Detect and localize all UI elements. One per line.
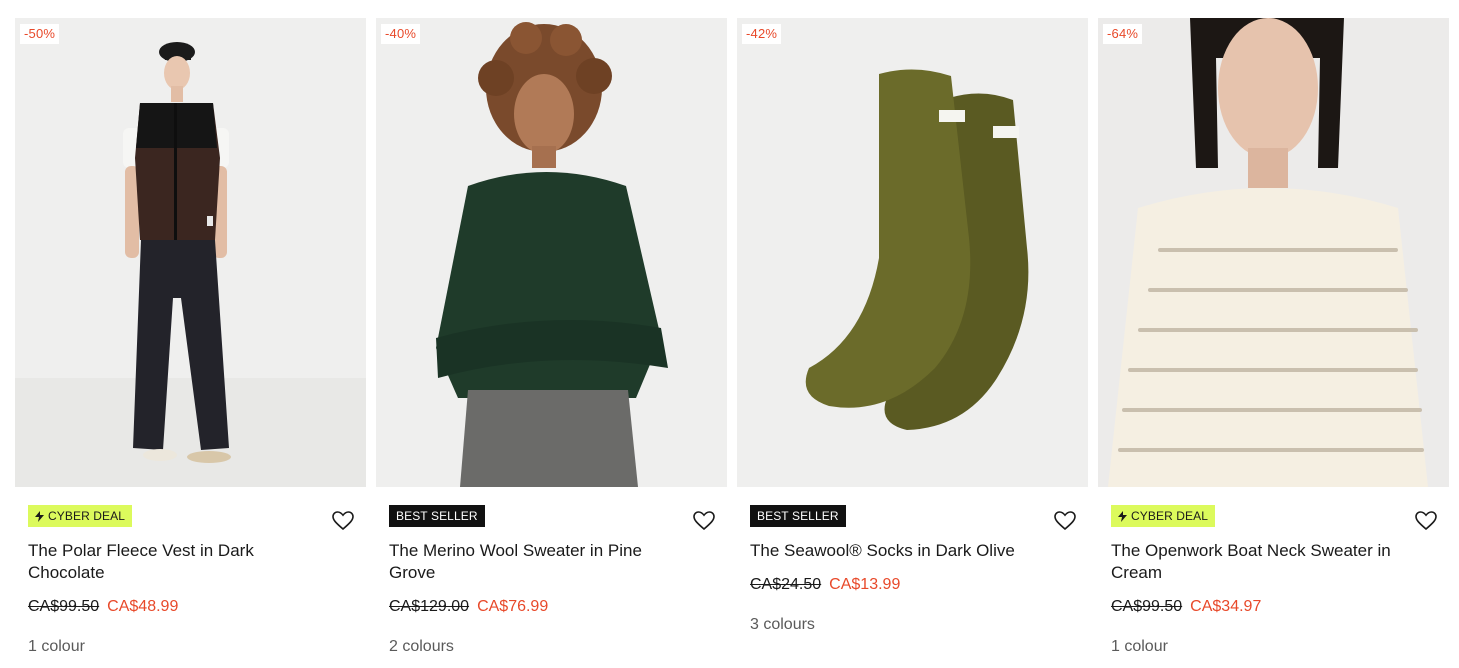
colour-count: 2 colours — [389, 638, 454, 655]
colour-count: 1 colour — [28, 638, 85, 655]
sale-price: CA$13.99 — [829, 576, 901, 593]
badge-label: CYBER DEAL — [48, 509, 126, 523]
product-photo — [376, 18, 727, 487]
product-title[interactable]: The Merino Wool Sweater in Pine Grove — [389, 540, 679, 584]
product-info: BEST SELLER The Seawool® Socks in Dark O… — [737, 487, 1088, 635]
lightning-bolt-icon — [35, 510, 44, 522]
original-price: CA$99.50 — [28, 598, 100, 615]
price-row: CA$99.50 CA$48.99 — [28, 597, 353, 617]
colour-count: 3 colours — [750, 616, 815, 633]
badge-label: CYBER DEAL — [1131, 509, 1209, 523]
heart-icon[interactable] — [693, 511, 715, 531]
price-row: CA$129.00 CA$76.99 — [389, 597, 714, 617]
product-title[interactable]: The Openwork Boat Neck Sweater in Cream — [1111, 540, 1401, 584]
original-price: CA$24.50 — [750, 576, 822, 593]
original-price: CA$129.00 — [389, 598, 470, 615]
lightning-bolt-icon — [1118, 510, 1127, 522]
discount-badge: -64% — [1103, 24, 1143, 44]
colour-count: 1 colour — [1111, 638, 1168, 655]
product-card[interactable]: -40% BEST SELLER The Merino Wool Sweater… — [376, 18, 727, 657]
product-info: CYBER DEAL The Openwork Boat Neck Sweate… — [1098, 487, 1449, 657]
product-info: BEST SELLER The Merino Wool Sweater in P… — [376, 487, 727, 657]
heart-icon[interactable] — [332, 511, 354, 531]
original-price: CA$99.50 — [1111, 598, 1183, 615]
discount-badge: -42% — [742, 24, 782, 44]
badge-label: BEST SELLER — [396, 509, 478, 523]
discount-badge: -50% — [20, 24, 60, 44]
price-row: CA$99.50 CA$34.97 — [1111, 597, 1436, 617]
product-image[interactable]: -40% — [376, 18, 727, 487]
product-info: CYBER DEAL The Polar Fleece Vest in Dark… — [15, 487, 366, 657]
heart-icon[interactable] — [1415, 511, 1437, 531]
product-grid: -50% CYBER DEAL The Polar Fleece Vest in… — [15, 18, 1449, 657]
discount-badge: -40% — [381, 24, 421, 44]
price-row: CA$24.50 CA$13.99 — [750, 575, 1075, 595]
best-seller-badge: BEST SELLER — [389, 505, 485, 527]
heart-icon[interactable] — [1054, 511, 1076, 531]
sale-price: CA$76.99 — [477, 598, 549, 615]
sale-price: CA$34.97 — [1190, 598, 1262, 615]
product-title[interactable]: The Polar Fleece Vest in Dark Chocolate — [28, 540, 318, 584]
product-photo — [15, 18, 366, 487]
product-photo — [1098, 18, 1449, 487]
best-seller-badge: BEST SELLER — [750, 505, 846, 527]
product-image[interactable]: -50% — [15, 18, 366, 487]
product-image[interactable]: -64% — [1098, 18, 1449, 487]
product-card[interactable]: -50% CYBER DEAL The Polar Fleece Vest in… — [15, 18, 366, 657]
cyber-deal-badge: CYBER DEAL — [28, 505, 133, 527]
product-photo — [737, 18, 1088, 487]
cyber-deal-badge: CYBER DEAL — [1111, 505, 1216, 527]
product-title[interactable]: The Seawool® Socks in Dark Olive — [750, 540, 1040, 562]
sale-price: CA$48.99 — [107, 598, 179, 615]
product-image[interactable]: -42% — [737, 18, 1088, 487]
product-card[interactable]: -64% CYBER DEAL The Openwork Boat Neck S… — [1098, 18, 1449, 657]
badge-label: BEST SELLER — [757, 509, 839, 523]
product-card[interactable]: -42% BEST SELLER The Seawool® Socks in D… — [737, 18, 1088, 657]
